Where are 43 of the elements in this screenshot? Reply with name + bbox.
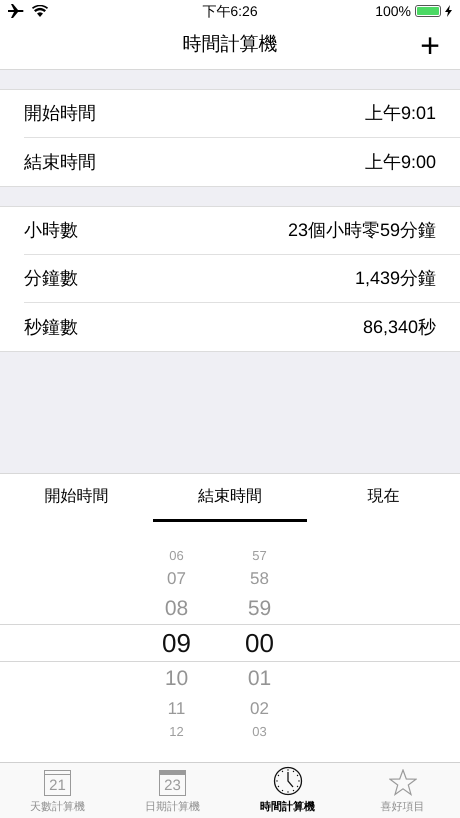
picker-value[interactable]: 03 xyxy=(252,724,267,738)
wifi-icon xyxy=(32,5,48,17)
picker-value[interactable]: 02 xyxy=(250,700,269,716)
battery-percent: 100% xyxy=(375,2,411,20)
picker-value[interactable]: 57 xyxy=(252,548,267,562)
row-label: 小時數 xyxy=(24,219,78,242)
row-value: 1,439分鐘 xyxy=(354,267,436,290)
row-value: 上午9:00 xyxy=(364,150,436,174)
airplane-icon xyxy=(8,4,24,18)
row-value: 上午9:01 xyxy=(364,102,436,125)
picker-value[interactable]: 58 xyxy=(250,570,269,586)
row-value: 23個小時零59分鐘 xyxy=(288,219,436,242)
calendar-icon: 21 xyxy=(44,770,71,796)
tab-bar-item[interactable]: 21 天數計算機 xyxy=(0,763,115,818)
row-label: 開始時間 xyxy=(24,102,96,125)
calendar-icon: 23 xyxy=(159,770,186,796)
picker-value[interactable]: 09 xyxy=(162,630,191,656)
nav-title: 時間計算機 xyxy=(182,33,278,58)
segment-tab[interactable]: 結束時間 xyxy=(153,474,307,522)
picker-value[interactable]: 06 xyxy=(169,548,184,562)
picker-value[interactable]: 00 xyxy=(245,630,274,656)
clock-icon xyxy=(272,766,302,796)
charging-icon xyxy=(445,5,452,17)
picker-value[interactable]: 01 xyxy=(248,668,272,688)
tab-bar-item[interactable]: 喜好項目 xyxy=(345,763,460,818)
tab-bar-item[interactable]: 23 日期計算機 xyxy=(115,763,230,818)
segment-tab[interactable]: 開始時間 xyxy=(0,474,154,522)
row-label: 結束時間 xyxy=(24,150,96,174)
picker-value[interactable]: 07 xyxy=(167,570,186,586)
battery-icon xyxy=(415,5,441,17)
status-time: 下午6:26 xyxy=(202,2,258,20)
picker-value[interactable]: 08 xyxy=(164,598,188,618)
row-label: 分鐘數 xyxy=(24,267,78,290)
star-icon xyxy=(388,768,416,796)
add-button[interactable]: + xyxy=(420,28,440,62)
row-label: 秒鐘數 xyxy=(24,316,78,338)
picker-value[interactable]: 59 xyxy=(248,598,272,618)
picker-value[interactable]: 12 xyxy=(169,724,184,738)
picker-value[interactable]: 11 xyxy=(168,700,186,716)
row-value: 86,340秒 xyxy=(362,316,436,338)
tab-bar-item[interactable]: 時間計算機 xyxy=(230,763,345,818)
picker-value[interactable]: 10 xyxy=(164,668,188,688)
segment-tab[interactable]: 現在 xyxy=(306,474,460,522)
